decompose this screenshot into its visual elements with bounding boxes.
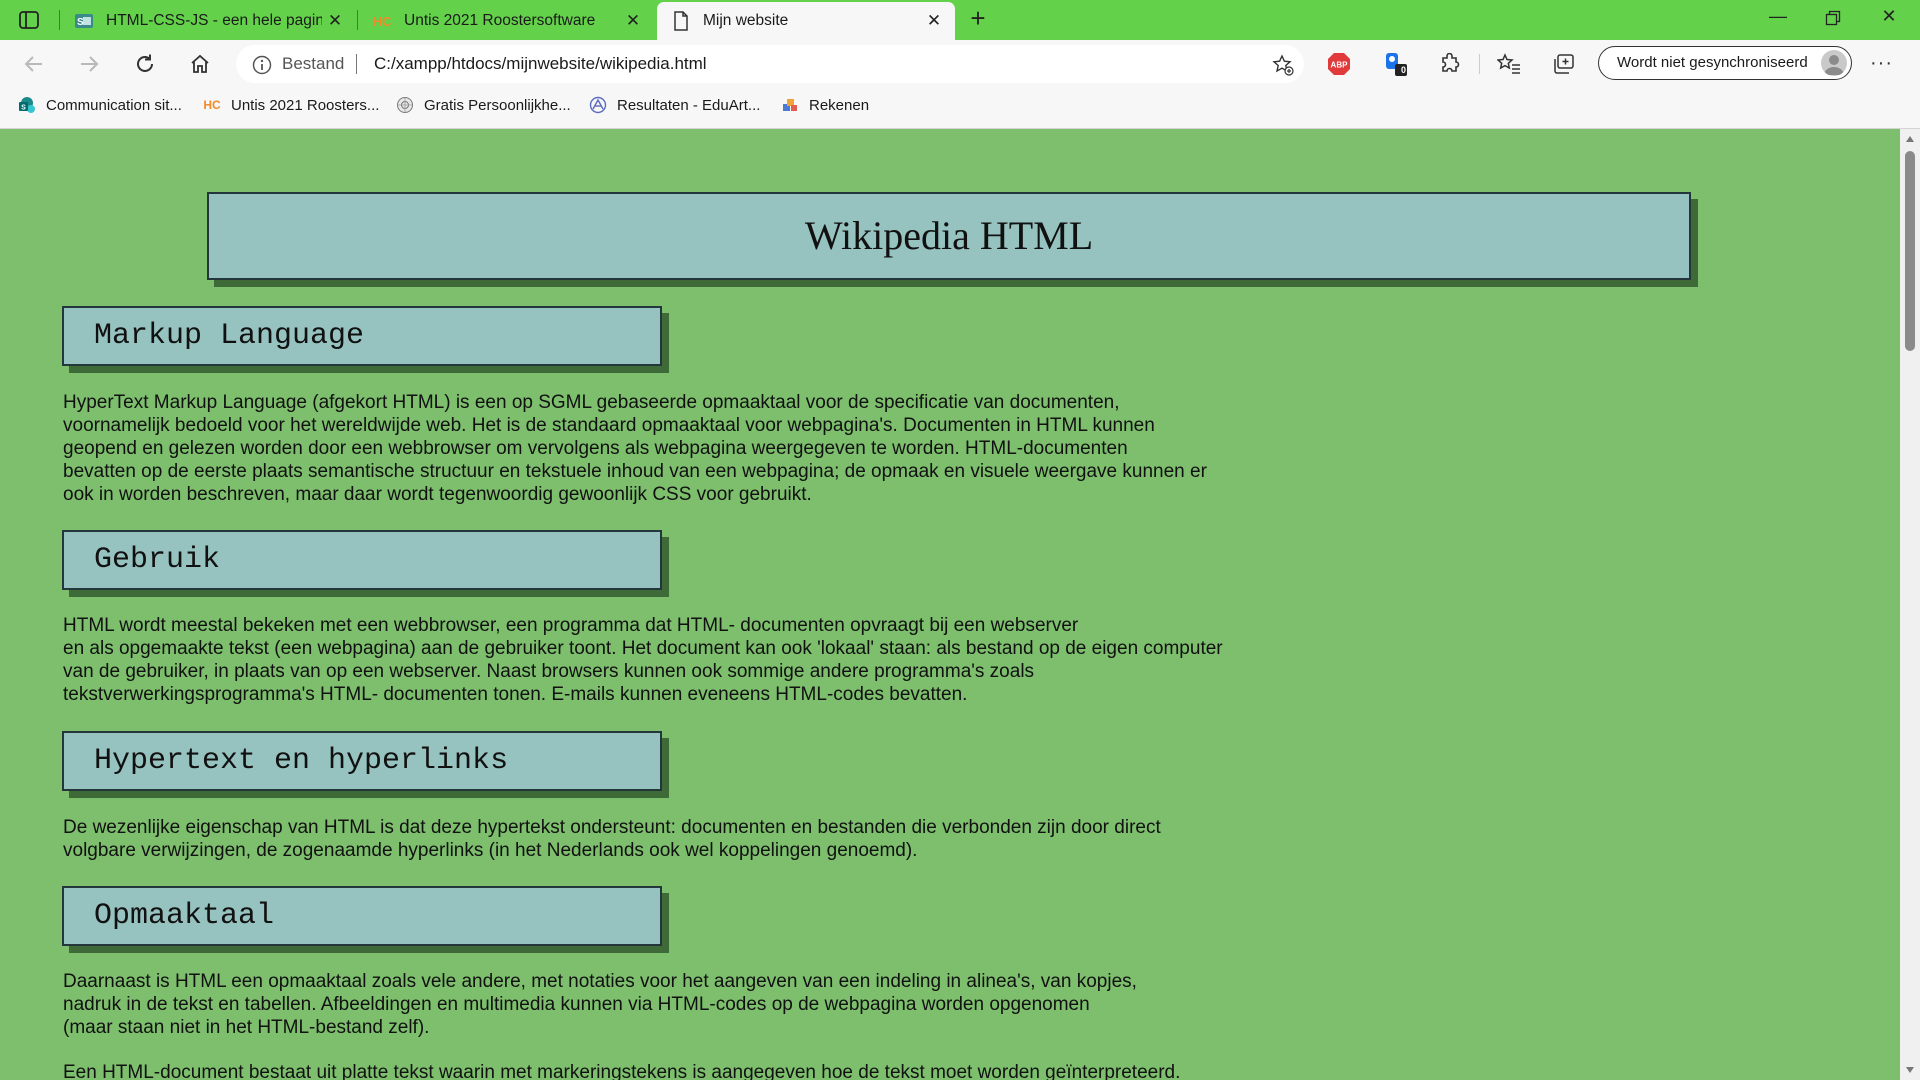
page-title-box: Wikipedia HTML bbox=[207, 192, 1691, 280]
svg-text:S: S bbox=[21, 105, 26, 112]
section-heading: Opmaaktaal bbox=[94, 899, 275, 933]
bookmark-rekenen[interactable]: Rekenen bbox=[781, 96, 869, 114]
untis-icon: HC bbox=[372, 13, 392, 29]
profile-avatar-icon bbox=[1821, 50, 1847, 76]
tab-label: HTML-CSS-JS - een hele pagina bbox=[106, 12, 322, 29]
minimize-icon[interactable]: — bbox=[1755, 6, 1801, 32]
info-icon[interactable] bbox=[252, 55, 272, 80]
text-line: ook in worden beschreven, maar daar word… bbox=[63, 484, 812, 505]
bookmark-untis[interactable]: HC Untis 2021 Roosters... bbox=[203, 96, 379, 114]
password-manager-icon[interactable]: 0 bbox=[1382, 50, 1410, 78]
section-heading: Markup Language bbox=[94, 319, 365, 353]
bookmark-label: Communication sit... bbox=[46, 96, 182, 114]
bookmark-label: Rekenen bbox=[809, 96, 870, 114]
sync-profile-button[interactable]: Wordt niet gesynchroniseerd bbox=[1598, 46, 1852, 80]
page-title: Wikipedia HTML bbox=[804, 213, 1094, 258]
web-globe-icon bbox=[396, 96, 414, 114]
scrollbar-thumb[interactable] bbox=[1905, 151, 1915, 351]
section-paragraph: HTML wordt meestal bekeken met een webbr… bbox=[63, 614, 1223, 706]
section-heading: Hypertext en hyperlinks bbox=[94, 744, 509, 778]
collections-icon[interactable] bbox=[1550, 50, 1578, 78]
favorites-bar: S Communication sit... HC Untis 2021 Roo… bbox=[0, 88, 1920, 129]
bookmark-label: Gratis Persoonlijkhe... bbox=[424, 96, 571, 114]
extension-badge: 0 bbox=[1400, 65, 1406, 75]
divider bbox=[356, 54, 357, 74]
adblock-icon[interactable]: ABP bbox=[1325, 50, 1353, 78]
bookmark-persoonlijkheid[interactable]: Gratis Persoonlijkhe... bbox=[396, 96, 571, 114]
home-icon[interactable] bbox=[186, 50, 214, 78]
text-line: van de gebruiker, in plaats van op een w… bbox=[63, 661, 1035, 682]
close-tab-icon[interactable]: ✕ bbox=[322, 11, 348, 31]
section-paragraph: HyperText Markup Language (afgekort HTML… bbox=[63, 391, 1207, 506]
scroll-up-icon[interactable] bbox=[1906, 136, 1914, 142]
rekenen-icon bbox=[781, 96, 799, 114]
refresh-icon[interactable] bbox=[131, 50, 159, 78]
text-line: HyperText Markup Language (afgekort HTML… bbox=[63, 392, 1120, 413]
bookmark-label: Untis 2021 Roosters... bbox=[231, 96, 380, 114]
text-line: volgbare verwijzingen, de zogenaamde hyp… bbox=[63, 840, 918, 861]
section-heading-box: Markup Language bbox=[62, 306, 662, 366]
close-window-icon[interactable]: ✕ bbox=[1866, 6, 1912, 32]
tab-strip: S HTML-CSS-JS - een hele pagina ✕ HC Unt… bbox=[0, 0, 1920, 40]
tab-actions-icon[interactable] bbox=[18, 9, 40, 31]
section-paragraph: Een HTML-document bestaat uit platte tek… bbox=[63, 1061, 1180, 1080]
text-line: Een HTML-document bestaat uit platte tek… bbox=[63, 1062, 1181, 1080]
new-tab-icon[interactable]: + bbox=[965, 5, 991, 32]
text-line: (maar staan niet in het HTML-bestand zel… bbox=[63, 1017, 430, 1038]
url-text[interactable]: C:/xampp/htdocs/mijnwebsite/wikipedia.ht… bbox=[374, 54, 707, 74]
text-line: bevatten op de eerste plaats semantische… bbox=[63, 461, 1207, 482]
text-line: en als opgemaakte tekst (een webpagina) … bbox=[63, 638, 1223, 659]
toolbar-divider bbox=[1479, 54, 1480, 74]
more-options-icon[interactable]: ··· bbox=[1870, 52, 1893, 75]
section-heading-box: Gebruik bbox=[62, 530, 662, 590]
section-paragraph: Daarnaast is HTML een opmaaktaal zoals v… bbox=[63, 970, 1137, 1039]
text-line: tekstverwerkingsprogramma's HTML- docume… bbox=[63, 684, 968, 705]
scroll-down-icon[interactable] bbox=[1906, 1067, 1914, 1073]
bookmark-eduarte[interactable]: Resultaten - EduArt... bbox=[589, 96, 760, 114]
navigation-toolbar: Bestand C:/xampp/htdocs/mijnwebsite/wiki… bbox=[0, 40, 1920, 88]
security-label: Bestand bbox=[282, 54, 345, 73]
bookmark-communication[interactable]: S Communication sit... bbox=[18, 96, 182, 114]
text-line: voornamelijk bedoeld voor het wereldwijd… bbox=[63, 415, 1155, 436]
section-heading-box: Hypertext en hyperlinks bbox=[62, 731, 662, 791]
section-heading-box: Opmaaktaal bbox=[62, 886, 662, 946]
bookmark-label: Resultaten - EduArt... bbox=[617, 96, 761, 114]
sharepoint-icon: S bbox=[18, 96, 36, 114]
tab-untis[interactable]: HC Untis 2021 Roostersoftware ✕ bbox=[358, 2, 654, 40]
tab-label: Untis 2021 Roostersoftware bbox=[404, 12, 596, 29]
untis-icon: HC bbox=[203, 98, 221, 112]
section-paragraph: De wezenlijke eigenschap van HTML is dat… bbox=[63, 816, 1161, 862]
restore-icon[interactable] bbox=[1810, 6, 1856, 32]
section-heading: Gebruik bbox=[94, 543, 221, 577]
tab-label: Mijn website bbox=[703, 12, 789, 29]
web-page: Wikipedia HTML Markup Language HyperText… bbox=[0, 129, 1900, 1080]
tab-mijn-website[interactable]: Mijn website ✕ bbox=[657, 2, 955, 40]
text-line: geopend en gelezen worden door een webbr… bbox=[63, 438, 1128, 459]
close-tab-icon[interactable]: ✕ bbox=[620, 11, 646, 31]
text-line: Daarnaast is HTML een opmaaktaal zoals v… bbox=[63, 971, 1137, 992]
svg-text:S: S bbox=[77, 17, 84, 28]
sway-icon: S bbox=[74, 11, 94, 31]
text-line: De wezenlijke eigenschap van HTML is dat… bbox=[63, 817, 1161, 838]
vertical-scrollbar[interactable] bbox=[1900, 129, 1920, 1080]
tab-html-css-js[interactable]: S HTML-CSS-JS - een hele pagina ✕ bbox=[60, 2, 356, 40]
text-line: nadruk in de tekst en tabellen. Afbeeldi… bbox=[63, 994, 1090, 1015]
favorites-icon[interactable] bbox=[1495, 50, 1523, 78]
forward-icon[interactable] bbox=[75, 50, 103, 78]
sync-label: Wordt niet gesynchroniseerd bbox=[1617, 54, 1808, 71]
text-line: HTML wordt meestal bekeken met een webbr… bbox=[63, 615, 1079, 636]
address-bar[interactable]: Bestand C:/xampp/htdocs/mijnwebsite/wiki… bbox=[236, 45, 1304, 83]
close-tab-icon[interactable]: ✕ bbox=[921, 11, 947, 31]
extensions-icon[interactable] bbox=[1436, 50, 1464, 78]
add-favorite-icon[interactable] bbox=[1272, 54, 1294, 81]
adblock-label: ABP bbox=[1331, 61, 1349, 70]
page-icon bbox=[671, 11, 691, 31]
back-icon[interactable] bbox=[20, 50, 48, 78]
eduarte-icon bbox=[589, 96, 607, 114]
